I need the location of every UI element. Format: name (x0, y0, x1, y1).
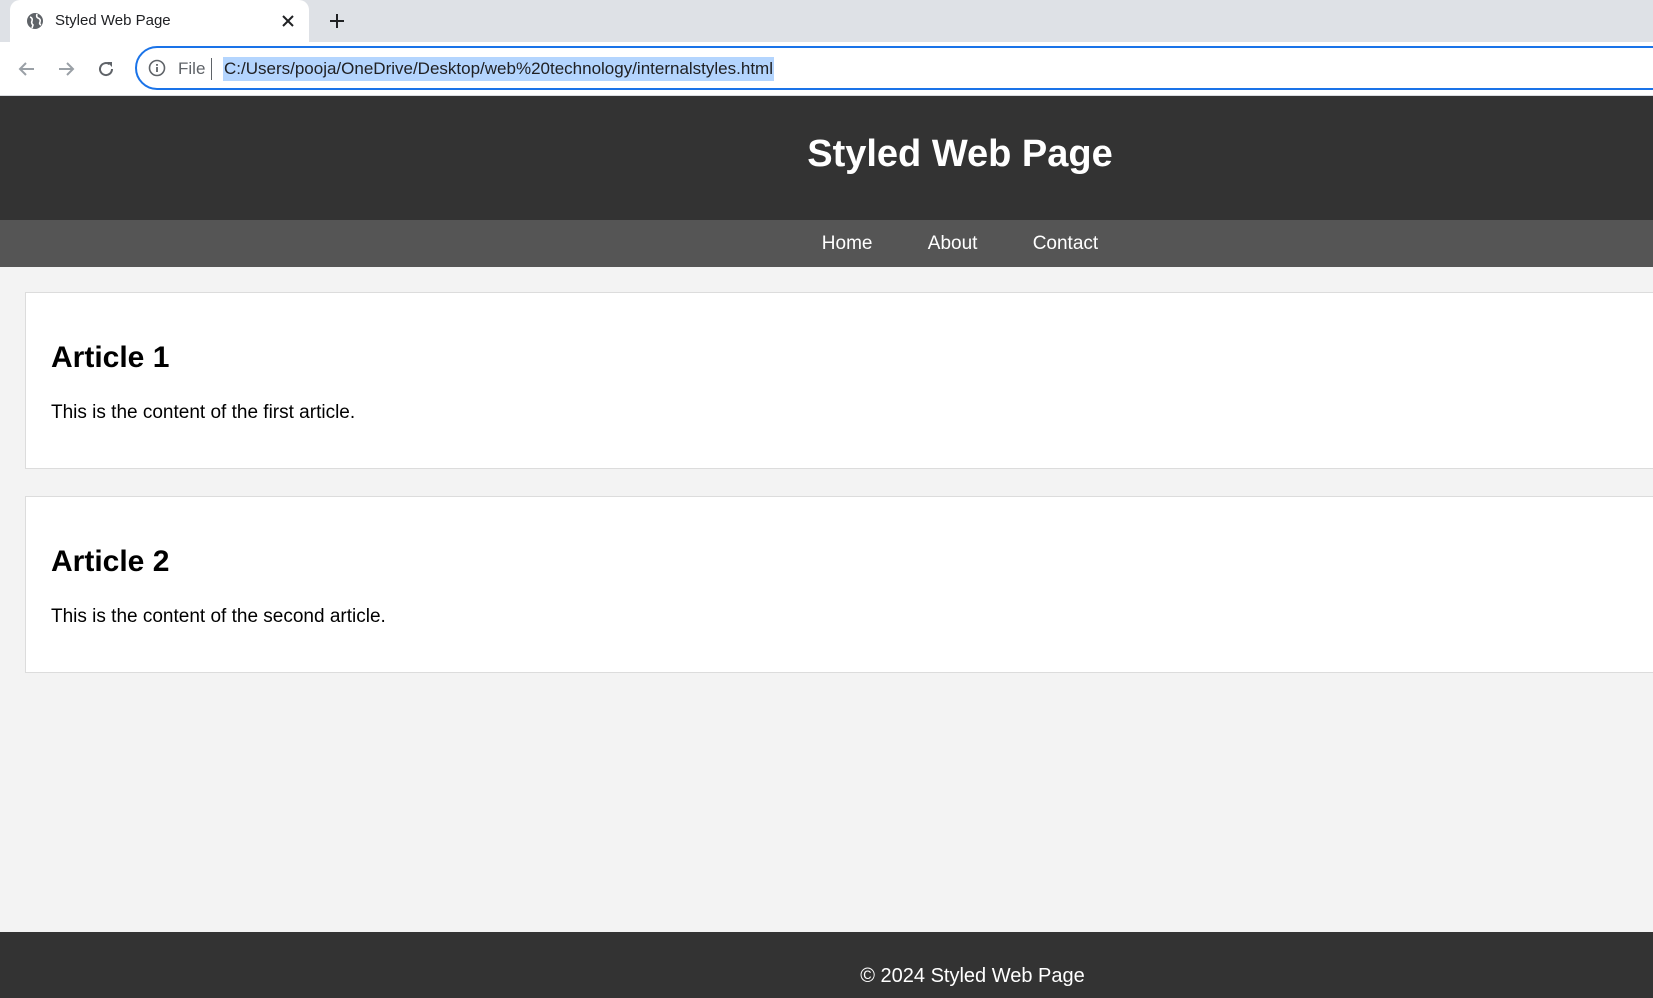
nav-link-home[interactable]: Home (822, 233, 873, 255)
browser-tab[interactable]: Styled Web Page (10, 0, 309, 42)
address-bar[interactable]: File C:/Users/pooja/OneDrive/Desktop/web… (135, 46, 1653, 90)
new-tab-button[interactable] (326, 10, 348, 32)
back-button[interactable] (14, 56, 40, 82)
close-icon[interactable] (278, 11, 298, 31)
site-header: Styled Web Page (0, 96, 1653, 220)
tab-title: Styled Web Page (55, 12, 171, 29)
globe-icon (26, 12, 44, 30)
scheme-divider (211, 58, 212, 80)
footer-text: © 2024 Styled Web Page (860, 965, 1085, 987)
browser-toolbar: File C:/Users/pooja/OneDrive/Desktop/web… (0, 42, 1653, 96)
forward-button[interactable] (53, 56, 79, 82)
article-body: This is the content of the second articl… (51, 606, 386, 627)
scheme-label: File (178, 59, 206, 78)
nav-link-contact[interactable]: Contact (1033, 233, 1098, 255)
site-nav: Home About Contact (0, 220, 1653, 267)
info-icon[interactable] (148, 59, 166, 77)
site-footer: © 2024 Styled Web Page (0, 932, 1653, 998)
article-card: Article 1 This is the content of the fir… (25, 292, 1653, 469)
nav-links: Home About Contact (0, 233, 1653, 255)
nav-link-about[interactable]: About (928, 233, 978, 255)
url-text[interactable]: C:/Users/pooja/OneDrive/Desktop/web%20te… (223, 57, 774, 81)
article-body: This is the content of the first article… (51, 402, 356, 423)
page-title: Styled Web Page (807, 133, 1113, 175)
page-viewport: Styled Web Page Home About Contact Artic… (0, 96, 1653, 998)
reload-button[interactable] (93, 56, 119, 82)
article-heading: Article 1 (51, 341, 170, 374)
article-card: Article 2 This is the content of the sec… (25, 496, 1653, 673)
tab-strip: Styled Web Page (0, 0, 1653, 42)
article-heading: Article 2 (51, 545, 170, 578)
